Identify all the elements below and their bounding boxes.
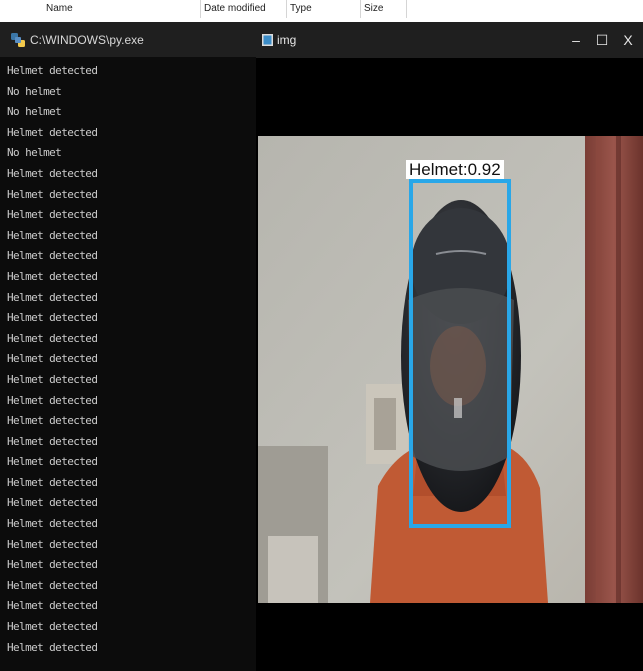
console-line: Helmet detected [7,558,98,572]
console-line: Helmet detected [7,455,98,469]
console-line: Helmet detected [7,228,98,242]
close-button[interactable]: X [616,22,640,58]
helmet-bounding-box [409,179,511,528]
console-line: Helmet detected [7,352,98,366]
console-line: Helmet detected [7,125,98,139]
console-titlebar[interactable]: C:\WINDOWS\py.exe [0,22,256,57]
console-line: Helmet detected [7,414,98,428]
console-line: Helmet detected [7,599,98,613]
console-line: Helmet detected [7,331,98,345]
console-line: Helmet detected [7,496,98,510]
console-line: Helmet detected [7,537,98,551]
console-line: Helmet detected [7,620,98,634]
console-line: No helmet [7,105,62,119]
column-type[interactable]: Type [290,3,312,14]
column-separator [286,0,287,18]
python-icon [11,32,25,47]
explorer-column-header: Name Date modified Type Size [0,0,643,18]
image-titlebar[interactable]: img – ☐ X [256,22,643,58]
column-separator [200,0,201,18]
console-line: No helmet [7,84,62,98]
image-icon [262,34,273,46]
console-line: Helmet detected [7,393,98,407]
console-line: Helmet detected [7,269,98,283]
console-line: Helmet detected [7,434,98,448]
console-window: C:\WINDOWS\py.exe Helmet detected No helm… [0,22,256,671]
maximize-button[interactable]: ☐ [590,22,614,58]
console-line: No helmet [7,146,62,160]
detection-label: Helmet:0.92 [406,160,504,179]
console-line: Helmet detected [7,517,98,531]
console-line: Helmet detected [7,64,98,77]
image-title: img [277,33,297,47]
console-line: Helmet detected [7,187,98,201]
console-line: Helmet detected [7,166,98,180]
column-separator [360,0,361,18]
column-size[interactable]: Size [364,3,383,14]
column-separator [406,0,407,18]
console-line: Helmet detected [7,290,98,304]
camera-frame: Helmet:0.92 [258,136,643,603]
console-line: Helmet detected [7,311,98,325]
column-date-modified[interactable]: Date modified [204,3,266,14]
console-title: C:\WINDOWS\py.exe [30,32,144,47]
console-line: Helmet detected [7,249,98,263]
console-output: Helmet detected No helmet No helmet Helmet … [0,57,256,658]
image-window: img – ☐ X Helmet:0.92 [256,22,643,671]
console-line: Helmet detected [7,578,98,592]
console-line: Helmet detected [7,475,98,489]
column-name[interactable]: Name [46,3,73,14]
console-line: Helmet detected [7,372,98,386]
console-line: Helmet detected [7,640,98,654]
minimize-button[interactable]: – [564,22,588,58]
console-line: Helmet detected [7,208,98,222]
